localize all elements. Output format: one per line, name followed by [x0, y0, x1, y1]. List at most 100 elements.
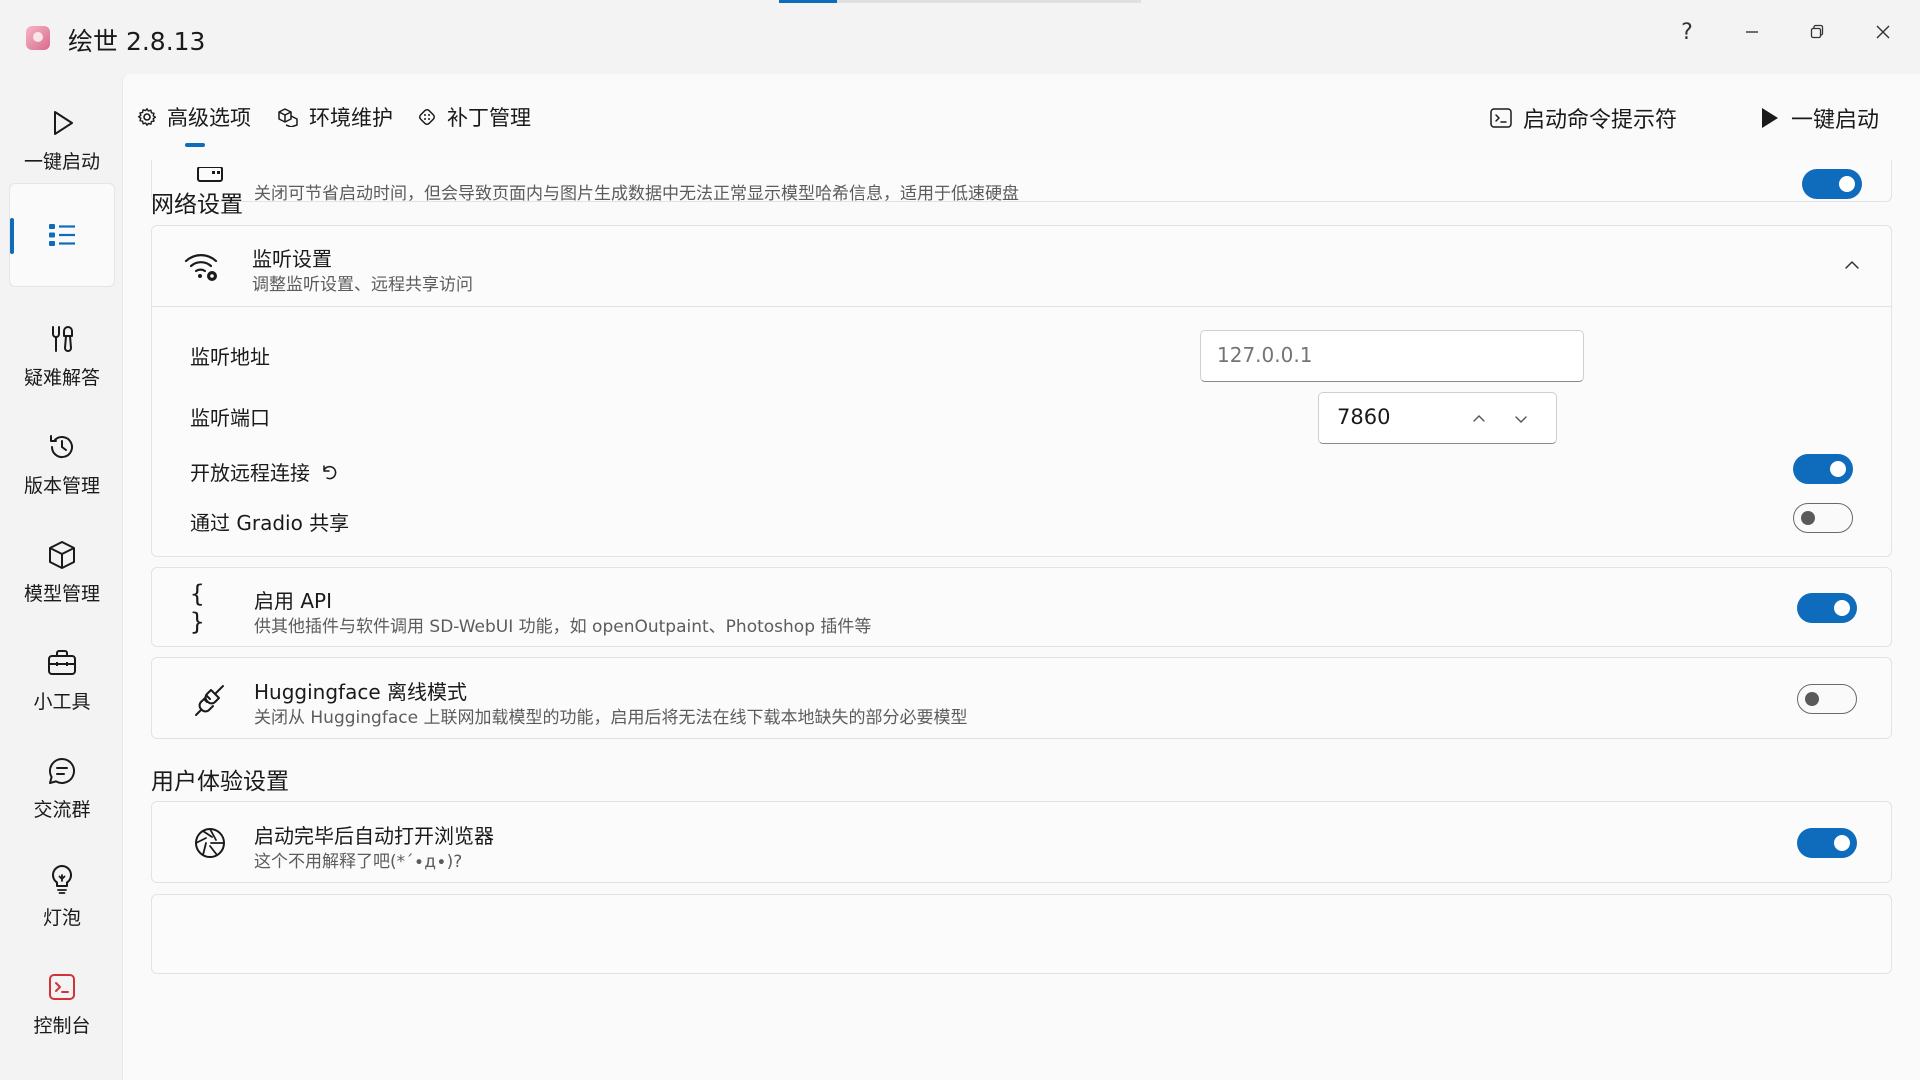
sidebar-item-label: 一键启动 [23, 150, 100, 173]
hash-toggle[interactable] [1802, 169, 1862, 199]
title-bar: 绘世 2.8.13 ? [0, 0, 1920, 75]
cube-icon [49, 540, 75, 569]
card-description: 关闭可节省启动时间，但会导致页面内与图片生成数据中无法正常显示模型哈希信息，适用… [254, 184, 1019, 204]
tools-icon [52, 325, 73, 352]
open-command-prompt-button[interactable]: 启动命令提示符 [1489, 102, 1677, 134]
restore-button[interactable] [1794, 12, 1840, 52]
sidebar-item-launch[interactable]: 一键启动 [9, 90, 115, 190]
listen-address-input[interactable] [1200, 330, 1584, 382]
port-decrement-button[interactable] [1509, 407, 1533, 431]
card-title: 启用 API [254, 589, 332, 613]
listen-port-label: 监听端口 [190, 406, 270, 430]
remote-connection-toggle[interactable] [1793, 454, 1853, 484]
chevron-up-icon [1473, 415, 1485, 422]
play-icon [54, 110, 73, 135]
sidebar-item-label: 交流群 [33, 798, 91, 821]
button-label: 一键启动 [1791, 108, 1880, 133]
tab-label: 环境维护 [309, 106, 393, 130]
hf-offline-card: Huggingface 离线模式 关闭从 Huggingface 上联网加载模型… [151, 657, 1892, 739]
tab-label: 补丁管理 [447, 106, 531, 130]
chevron-down-icon [1515, 416, 1527, 423]
patch-icon [419, 109, 435, 125]
help-icon: ? [1681, 19, 1693, 45]
remote-connection-label: 开放远程连接 [190, 457, 338, 486]
tab-advanced[interactable]: 高级选项 [137, 102, 251, 132]
minimize-icon [1746, 31, 1758, 33]
help-button[interactable]: ? [1664, 12, 1710, 52]
card-description: 关闭从 Huggingface 上联网加载模型的功能，启用后将无法在线下载本地缺… [254, 708, 968, 728]
listen-settings-card: 监听设置 调整监听设置、远程共享访问 监听地址 监听端口 开放远程连接 通过 G… [151, 225, 1892, 557]
one-click-launch-button[interactable]: 一键启动 [1757, 102, 1879, 134]
sidebar-item-versions[interactable]: 版本管理 [9, 414, 115, 514]
sidebar-item-console[interactable]: 控制台 [9, 954, 115, 1054]
close-button[interactable] [1860, 12, 1906, 52]
chevron-up-icon [1845, 261, 1859, 269]
listen-settings-header[interactable]: 监听设置 调整监听设置、远程共享访问 [152, 226, 1891, 307]
hf-offline-toggle[interactable] [1797, 684, 1857, 714]
sidebar-item-community[interactable]: 交流群 [9, 738, 115, 838]
auto-open-browser-card: 启动完毕后自动打开浏览器 这个不用解释了吧(*´∙д∙)? [151, 801, 1892, 883]
sidebar-item-label: 模型管理 [23, 582, 100, 605]
button-label: 启动命令提示符 [1523, 108, 1678, 133]
main-panel: 高级选项 环境维护 补丁管理 启动命令提示符 一键启动 关闭可节省启动时间，但会… [122, 74, 1920, 1080]
chat-icon [49, 757, 75, 784]
sidebar-item-tools[interactable]: 小工具 [9, 630, 115, 730]
list-icon [49, 224, 75, 246]
aperture-icon [190, 823, 230, 863]
sidebar-item-lightbulb[interactable]: 灯泡 [9, 846, 115, 946]
app-logo [26, 26, 50, 50]
section-title-ux: 用户体验设置 [151, 769, 289, 795]
gradio-share-label: 通过 Gradio 共享 [190, 511, 350, 535]
packages-icon [278, 108, 298, 127]
sidebar-item-label: 灯泡 [42, 906, 81, 929]
wifi-settings-icon [182, 246, 222, 286]
gradio-share-toggle[interactable] [1793, 503, 1853, 533]
console-icon [49, 973, 75, 1000]
restore-icon [1810, 24, 1824, 39]
tab-patches[interactable]: 补丁管理 [417, 102, 531, 132]
tab-label: 高级选项 [167, 106, 251, 130]
gear-icon [137, 108, 157, 126]
plug-disconnected-icon [190, 679, 230, 719]
app-title: 绘世 2.8.13 [68, 27, 206, 56]
listen-address-field[interactable] [1201, 331, 1573, 379]
auto-open-browser-toggle[interactable] [1797, 828, 1857, 858]
loading-progress-bar [779, 0, 1141, 3]
enable-api-toggle[interactable] [1797, 593, 1857, 623]
listen-address-label: 监听地址 [190, 345, 270, 369]
terminal-icon [1490, 108, 1512, 128]
settings-card-next [151, 894, 1892, 974]
remote-connection-text: 开放远程连接 [190, 461, 310, 485]
listen-port-stepper[interactable]: 7860 [1318, 392, 1557, 444]
section-title-network: 网络设置 [151, 192, 243, 218]
port-value: 7860 [1337, 405, 1391, 429]
loading-progress-fill [779, 0, 837, 3]
tab-selected-indicator [185, 143, 205, 147]
restart-required-icon [323, 464, 337, 479]
card-description: 这个不用解释了吧(*´∙д∙)? [254, 852, 463, 872]
card-title: 监听设置 [252, 247, 332, 271]
toolbox-icon [48, 649, 76, 675]
sidebar-item-troubleshoot[interactable]: 疑难解答 [9, 306, 115, 406]
close-icon [1876, 25, 1890, 39]
card-title: Huggingface 离线模式 [254, 680, 467, 704]
sidebar-item-advanced[interactable] [9, 183, 115, 287]
sidebar-item-label: 控制台 [33, 1014, 91, 1037]
history-icon [50, 434, 73, 458]
braces-icon: { } [190, 580, 205, 636]
sidebar-item-label: 疑难解答 [23, 366, 100, 389]
port-increment-button[interactable] [1467, 407, 1491, 431]
enable-api-card: { } 启用 API 供其他插件与软件调用 SD-WebUI 功能，如 open… [151, 567, 1892, 647]
card-description: 供其他插件与软件调用 SD-WebUI 功能，如 openOutpaint、Ph… [254, 617, 872, 637]
top-toolbar: 高级选项 环境维护 补丁管理 启动命令提示符 一键启动 [123, 74, 1920, 160]
minimize-button[interactable] [1729, 12, 1775, 52]
tab-environment[interactable]: 环境维护 [277, 102, 393, 132]
card-description: 调整监听设置、远程共享访问 [252, 275, 473, 295]
play-filled-icon [1762, 108, 1778, 128]
sidebar-item-models[interactable]: 模型管理 [9, 522, 115, 622]
sidebar-item-label: 小工具 [33, 690, 91, 713]
active-indicator [10, 218, 14, 254]
lightbulb-icon [51, 864, 73, 894]
sidebar-item-label: 版本管理 [23, 474, 100, 497]
sidebar: 一键启动 疑难解答 版本管理 模型管理 小工具 交流群 灯泡 控制台 [0, 80, 122, 1080]
